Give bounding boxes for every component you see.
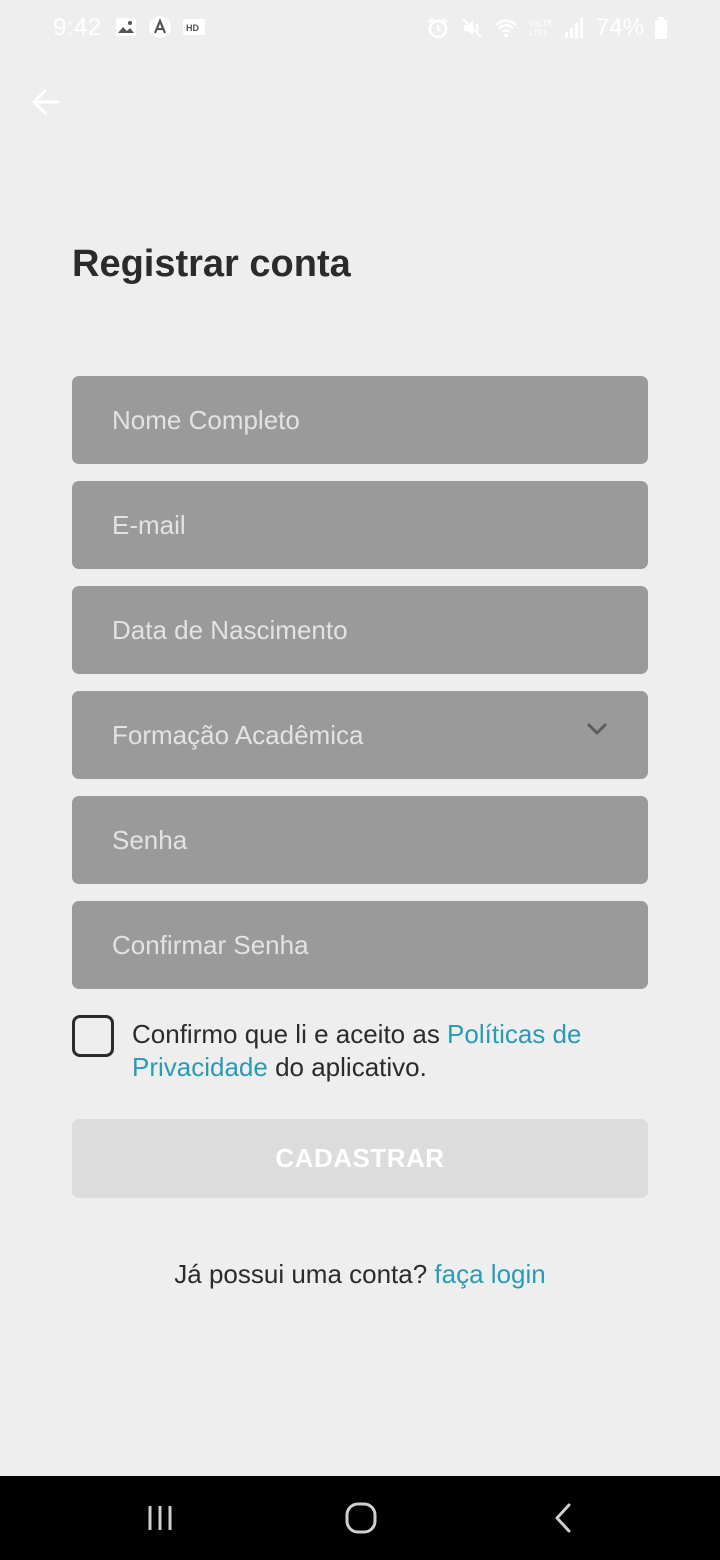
privacy-consent-checkbox[interactable] [72,1015,114,1057]
register-button[interactable]: CADASTRAR [72,1119,648,1198]
password-field[interactable]: Senha [72,796,648,884]
education-select[interactable]: Formação Acadêmica [72,691,648,779]
back-button[interactable] [26,82,66,122]
full-name-placeholder: Nome Completo [112,404,300,435]
battery-percentage: 74% [595,14,644,41]
battery-icon [655,17,667,39]
confirm-password-placeholder: Confirmar Senha [112,929,309,960]
back-nav-icon [555,1503,571,1533]
confirm-password-field[interactable]: Confirmar Senha [72,901,648,989]
volte-icon: VoLTELTE1 [529,19,552,38]
arrow-left-icon [32,89,60,115]
consent-text-before: Confirmo que li e aceito as [132,1019,448,1049]
svg-text:VoLTE: VoLTE [529,19,552,28]
full-name-field[interactable]: Nome Completo [72,376,648,464]
signal-icon [564,18,583,38]
login-prompt-text: Já possui uma conta? [174,1259,435,1289]
email-field[interactable]: E-mail [72,481,648,569]
recent-apps-button[interactable] [135,1496,185,1540]
chevron-down-icon [587,723,607,735]
back-nav-button[interactable] [538,1496,588,1540]
birthdate-field[interactable]: Data de Nascimento [72,586,648,674]
wifi-icon [495,19,517,38]
svg-text:LTE1: LTE1 [529,29,548,38]
status-right-icons: VoLTE LTE1 74% [426,14,668,42]
home-button[interactable] [336,1496,386,1540]
status-bar: 9:42 HD VoLTE LTE1 74% [0,0,720,56]
svg-text:HD: HD [186,23,199,33]
consent-text: Confirmo que li e aceito as Políticas de… [132,1018,632,1084]
alarm-icon [428,18,448,39]
recent-apps-icon [148,1506,172,1530]
hd-icon: HD [183,19,205,35]
education-placeholder: Formação Acadêmica [112,719,364,750]
page-title: Registrar conta [72,243,351,285]
login-link[interactable]: faça login [434,1259,545,1289]
navigation-bar [0,1476,720,1560]
status-time: 9:42 [53,14,102,41]
home-icon [345,1502,377,1534]
app-icon [149,16,171,38]
mute-icon [462,18,482,38]
password-placeholder: Senha [112,824,188,855]
status-left-icons: HD [114,15,206,39]
consent-text-after: do aplicativo. [267,1052,427,1082]
login-prompt: Já possui uma conta? faça login [0,1259,720,1290]
email-placeholder: E-mail [112,509,186,540]
gallery-icon [116,18,136,36]
birthdate-placeholder: Data de Nascimento [112,614,348,645]
